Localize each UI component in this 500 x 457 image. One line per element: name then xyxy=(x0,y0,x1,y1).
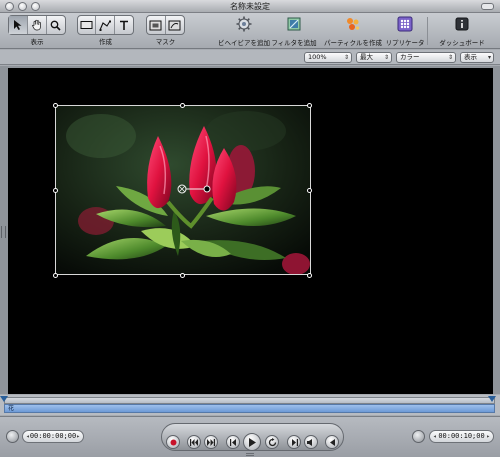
popup-arrows-icon: ▾ xyxy=(487,54,491,61)
bezier-mask-button[interactable] xyxy=(166,16,184,34)
decrement-arrow-icon[interactable]: ◂ xyxy=(26,431,30,442)
step-forward-button[interactable] xyxy=(287,435,301,449)
out-point-marker[interactable] xyxy=(488,396,496,402)
record-icon xyxy=(170,439,176,445)
decrement-arrow-icon[interactable]: ◂ xyxy=(433,431,437,442)
view-tools-group xyxy=(8,15,66,35)
timeline-track-bar[interactable]: 花 xyxy=(4,404,495,413)
go-to-end-button[interactable] xyxy=(204,435,218,449)
popup-arrows-icon: ⇕ xyxy=(383,54,389,61)
add-filter-label: フィルタを追加 xyxy=(271,39,317,47)
toolbar-toggle-button[interactable] xyxy=(481,3,494,10)
duration-jog-icon[interactable] xyxy=(412,430,425,443)
bezier-mask-icon xyxy=(168,20,181,30)
canvas[interactable] xyxy=(8,68,493,394)
reverse-play-icon xyxy=(329,438,335,446)
view-tools-label: 表示 xyxy=(30,38,44,46)
timeline-ruler[interactable] xyxy=(4,397,495,404)
create-tools-group xyxy=(77,15,134,35)
resolution-popup[interactable]: 最大 ⇕ xyxy=(356,52,392,63)
toolbar: 表示 作成 マスク ビヘイビアを追加 フィルタを追加 パーティクルを作成 リプリ… xyxy=(0,13,500,49)
resize-handle-top-left[interactable] xyxy=(53,103,58,108)
step-back-icon xyxy=(229,438,236,446)
rectangle-icon xyxy=(80,21,93,29)
create-tools-label: 作成 xyxy=(99,38,112,46)
view-options-popup[interactable]: 表示 ▾ xyxy=(460,52,494,63)
transport-controls: ◂ 00:00:00;00 ▸ ◂ 00:00:10;00 ▸ xyxy=(0,416,500,457)
mask-tools-group xyxy=(146,15,185,35)
increment-arrow-icon[interactable]: ▸ xyxy=(76,431,80,442)
resize-handle-top-right[interactable] xyxy=(307,103,312,108)
shape-pen-icon xyxy=(99,20,111,31)
loop-button[interactable] xyxy=(265,435,279,449)
rectangle-tool-button[interactable] xyxy=(78,16,97,34)
magnifier-icon xyxy=(50,20,61,31)
track-label: 花 xyxy=(8,405,15,412)
channels-popup[interactable]: カラー ⇕ xyxy=(396,52,456,63)
audio-toggle-button[interactable] xyxy=(304,435,318,449)
dashboard-button[interactable]: ダッシュボード xyxy=(427,15,497,47)
filter-icon xyxy=(287,17,301,31)
text-tool-button[interactable] xyxy=(115,16,133,34)
zoom-tool-button[interactable] xyxy=(47,16,65,34)
window-title: 名称未設定 xyxy=(230,2,270,11)
shape-tool-button[interactable] xyxy=(96,16,115,34)
replicator-icon xyxy=(397,16,413,32)
step-forward-icon xyxy=(291,438,298,446)
increment-arrow-icon[interactable]: ▸ xyxy=(486,431,490,442)
loop-icon xyxy=(268,437,276,446)
go-to-start-button[interactable] xyxy=(187,435,201,449)
title-bar: 名称未設定 xyxy=(0,0,500,13)
view-options-value: 表示 xyxy=(464,53,477,61)
application-window: 名称未設定 表示 作成 マスク ビヘイビアを追加 フィルタを追加 パーティクルを… xyxy=(0,0,500,457)
play-direction-button[interactable] xyxy=(325,435,339,449)
duration-timecode-value: 00:00:10;00 xyxy=(438,432,485,440)
gear-icon xyxy=(236,16,252,32)
resize-handle-bottom[interactable] xyxy=(180,273,185,278)
speaker-icon xyxy=(307,438,312,446)
play-button[interactable] xyxy=(243,433,261,451)
rectangle-mask-icon xyxy=(149,20,162,30)
text-icon xyxy=(119,20,128,30)
left-panel-splitter[interactable] xyxy=(1,226,6,238)
resize-handle-bottom-right[interactable] xyxy=(307,273,312,278)
current-timecode-value: 00:00:00;00 xyxy=(29,432,77,440)
resize-handle-top[interactable] xyxy=(180,103,185,108)
canvas-frame xyxy=(0,66,500,394)
canvas-options-bar: 100% ⇕ 最大 ⇕ カラー ⇕ 表示 ▾ xyxy=(0,50,500,65)
anchor-rotation-handle[interactable] xyxy=(174,182,214,196)
hand-icon xyxy=(32,19,41,31)
record-button[interactable] xyxy=(166,435,180,449)
playback-controls-group xyxy=(161,423,344,451)
rectangle-mask-button[interactable] xyxy=(147,16,166,34)
popup-arrows-icon: ⇕ xyxy=(447,54,453,61)
duration-timecode-field[interactable]: ◂ 00:00:10;00 ▸ xyxy=(429,430,494,443)
mask-tools-label: マスク xyxy=(155,38,176,46)
resize-handle-bottom-left[interactable] xyxy=(53,273,58,278)
play-icon xyxy=(249,437,256,447)
arrow-pointer-icon xyxy=(14,20,22,30)
resize-grip-icon[interactable] xyxy=(246,453,254,456)
resolution-value: 最大 xyxy=(360,53,373,61)
go-to-end-icon xyxy=(207,438,215,446)
resize-handle-left[interactable] xyxy=(53,188,58,193)
go-to-start-icon xyxy=(190,438,198,446)
playhead-marker[interactable] xyxy=(0,396,8,402)
pan-tool-button[interactable] xyxy=(28,16,47,34)
mini-timeline: 花 xyxy=(0,395,500,415)
popup-arrows-icon: ⇕ xyxy=(343,54,349,61)
info-icon xyxy=(455,17,469,31)
current-time-jog-icon[interactable] xyxy=(6,430,19,443)
zoom-level-popup[interactable]: 100% ⇕ xyxy=(304,52,352,63)
current-timecode-field[interactable]: ◂ 00:00:00;00 ▸ xyxy=(22,430,84,443)
particles-icon xyxy=(347,18,360,30)
resize-handle-right[interactable] xyxy=(307,188,312,193)
replicate-label: リプリケータ xyxy=(385,39,425,47)
select-tool-button[interactable] xyxy=(9,16,29,34)
channels-value: カラー xyxy=(400,53,420,61)
step-back-button[interactable] xyxy=(226,435,240,449)
zoom-level-value: 100% xyxy=(308,53,327,61)
dashboard-label: ダッシュボード xyxy=(439,39,485,47)
